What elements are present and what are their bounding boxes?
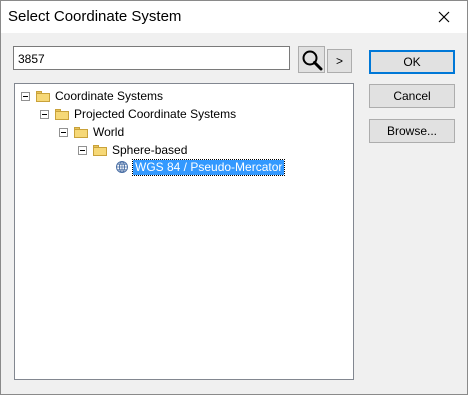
dialog-content: 3857 > Coordinate Systems Projected Coor… xyxy=(1,33,467,394)
collapse-icon[interactable] xyxy=(21,91,30,101)
collapse-icon[interactable] xyxy=(78,145,87,155)
tree-node-label: Projected Coordinate Systems xyxy=(74,107,237,121)
folder-icon xyxy=(36,90,50,102)
search-input[interactable]: 3857 xyxy=(13,46,290,70)
tree-node-sphere-based[interactable]: Sphere-based xyxy=(78,141,187,159)
cancel-button[interactable]: Cancel xyxy=(369,84,455,108)
tree-node-coordinate-systems[interactable]: Coordinate Systems xyxy=(21,87,163,105)
tree-node-world[interactable]: World xyxy=(59,123,124,141)
coordinate-system-tree[interactable]: Coordinate Systems Projected Coordinate … xyxy=(14,83,354,380)
magnifier-icon xyxy=(302,50,322,70)
browse-button[interactable]: Browse... xyxy=(369,119,455,143)
globe-icon xyxy=(116,161,128,173)
collapse-icon[interactable] xyxy=(59,127,68,137)
folder-icon xyxy=(93,144,107,156)
tree-node-label: World xyxy=(93,125,125,139)
close-icon xyxy=(438,11,450,23)
tree-node-label: Sphere-based xyxy=(112,143,188,157)
tree-node-label: WGS 84 / Pseudo-Mercator xyxy=(131,158,286,176)
title-bar: Select Coordinate System xyxy=(1,1,467,33)
collapse-icon[interactable] xyxy=(40,109,49,119)
close-button[interactable] xyxy=(421,1,467,33)
tree-node-label: Coordinate Systems xyxy=(55,89,164,103)
ok-button[interactable]: OK xyxy=(369,50,455,74)
folder-icon xyxy=(74,126,88,138)
dialog-title: Select Coordinate System xyxy=(8,8,182,25)
tree-node-wgs84-pseudo-mercator[interactable]: WGS 84 / Pseudo-Mercator xyxy=(115,158,286,176)
search-button[interactable] xyxy=(298,46,325,73)
find-next-button[interactable]: > xyxy=(327,49,352,73)
folder-icon xyxy=(55,108,69,120)
tree-node-projected-coordinate-systems[interactable]: Projected Coordinate Systems xyxy=(40,105,236,123)
select-coordinate-system-dialog: Select Coordinate System 3857 > Coordina… xyxy=(0,0,468,395)
